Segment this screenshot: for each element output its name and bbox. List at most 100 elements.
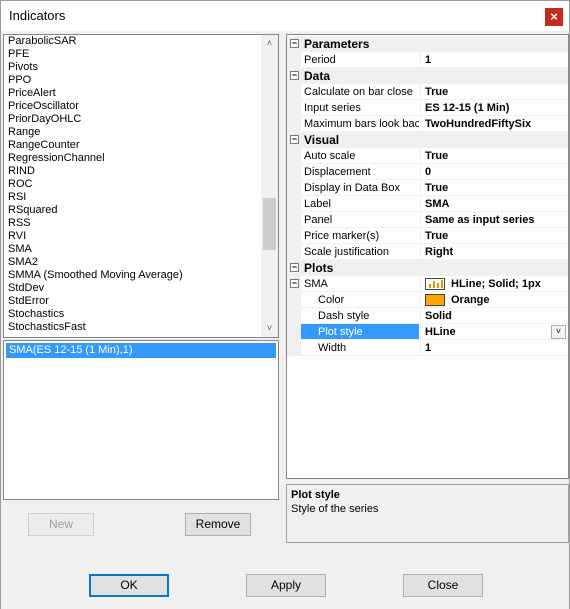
list-item[interactable]: SMMA (Smoothed Moving Average) (4, 269, 262, 282)
chevron-down-icon[interactable]: ˅ (551, 325, 566, 339)
property-value[interactable]: SMA (420, 196, 568, 212)
list-item[interactable]: RSquared (4, 204, 262, 217)
property-value[interactable]: True (420, 180, 568, 196)
dialog-footer: OK Apply Close (1, 545, 569, 609)
list-item[interactable]: RangeCounter (4, 139, 262, 152)
list-item[interactable]: PPO (4, 74, 262, 87)
property-name: Plot style (301, 324, 419, 340)
apply-button[interactable]: Apply (246, 574, 326, 597)
collapse-icon[interactable]: − (290, 279, 299, 288)
property-plot-style[interactable]: Plot style HLine ˅ (287, 324, 568, 340)
category-visual[interactable]: − Visual (287, 132, 568, 148)
property-displacement[interactable]: Displacement 0 (287, 164, 568, 180)
list-item[interactable]: RSI (4, 191, 262, 204)
collapse-icon[interactable]: − (290, 135, 299, 144)
scroll-down-icon[interactable]: ˅ (261, 320, 278, 337)
list-item[interactable]: Pivots (4, 61, 262, 74)
color-value-text: Orange (451, 294, 490, 306)
color-swatch (425, 294, 445, 307)
configured-item-selected[interactable]: SMA(ES 12-15 (1 Min),1) (6, 343, 276, 358)
list-item[interactable]: PriceAlert (4, 87, 262, 100)
list-item[interactable]: StdDev (4, 282, 262, 295)
category-parameters[interactable]: − Parameters (287, 36, 568, 52)
property-maximum-bars-look-back[interactable]: Maximum bars look bac TwoHundredFiftySix (287, 116, 568, 132)
property-value[interactable]: HLine; Solid; 1px (420, 276, 568, 292)
property-value[interactable]: 1 (420, 52, 568, 68)
list-item[interactable]: PriorDayOHLC (4, 113, 262, 126)
category-label: Data (304, 69, 331, 83)
close-window-button[interactable]: × (545, 8, 563, 26)
property-name: Width (301, 340, 419, 356)
property-price-markers[interactable]: Price marker(s) True (287, 228, 568, 244)
list-item[interactable]: RSS (4, 217, 262, 230)
list-item[interactable]: StochasticsFast (4, 321, 262, 334)
sma-plot-summary: HLine; Solid; 1px (451, 278, 541, 290)
property-value[interactable]: ES 12-15 (1 Min) (420, 100, 568, 116)
list-item[interactable]: ParabolicSAR (4, 35, 262, 48)
property-name: Displacement (301, 164, 419, 180)
property-dash-style[interactable]: Dash style Solid (287, 308, 568, 324)
scroll-thumb[interactable] (263, 198, 276, 250)
property-value[interactable]: True (420, 228, 568, 244)
collapse-icon[interactable]: − (290, 71, 299, 80)
category-data[interactable]: − Data (287, 68, 568, 84)
property-scale-justification[interactable]: Scale justification Right (287, 244, 568, 260)
list-item[interactable]: StdError (4, 295, 262, 308)
indicator-list[interactable]: ParabolicSAR PFE Pivots PPO PriceAlert PriceO… (3, 34, 279, 338)
property-value[interactable]: Same as input series (420, 212, 568, 228)
property-value[interactable]: True (420, 148, 568, 164)
plot-style-value-text: HLine (425, 326, 456, 338)
property-period[interactable]: Period 1 (287, 52, 568, 68)
list-item[interactable]: SMA (4, 243, 262, 256)
category-label: Visual (304, 133, 340, 147)
list-item[interactable]: RIND (4, 165, 262, 178)
property-name: Label (301, 196, 419, 212)
list-item[interactable]: RegressionChannel (4, 152, 262, 165)
property-calculate-on-bar-close[interactable]: Calculate on bar close True (287, 84, 568, 100)
property-name: Scale justification (301, 244, 419, 260)
property-width[interactable]: Width 1 (287, 340, 568, 356)
category-plots[interactable]: − Plots (287, 260, 568, 276)
property-value[interactable]: TwoHundredFiftySix (420, 116, 568, 132)
property-value[interactable]: 1 (420, 340, 568, 356)
property-display-in-data-box[interactable]: Display in Data Box True (287, 180, 568, 196)
property-value[interactable]: 0 (420, 164, 568, 180)
list-item[interactable]: ROC (4, 178, 262, 191)
property-panel[interactable]: Panel Same as input series (287, 212, 568, 228)
scroll-up-icon[interactable]: ˄ (261, 35, 278, 52)
property-sma-plot[interactable]: − SMA HLine; Solid; 1px (287, 276, 568, 292)
property-auto-scale[interactable]: Auto scale True (287, 148, 568, 164)
remove-button[interactable]: Remove (185, 513, 251, 536)
list-item[interactable]: PFE (4, 48, 262, 61)
property-value[interactable]: Right (420, 244, 568, 260)
list-item[interactable]: SMA2 (4, 256, 262, 269)
configured-indicators-list[interactable]: SMA(ES 12-15 (1 Min),1) (3, 340, 279, 500)
ok-button[interactable]: OK (89, 574, 169, 597)
property-value[interactable]: Orange (420, 292, 568, 308)
property-label[interactable]: Label SMA (287, 196, 568, 212)
list-item[interactable]: Range (4, 126, 262, 139)
new-button[interactable]: New (28, 513, 94, 536)
indicators-dialog: Indicators × ParabolicSAR PFE Pivots PPO Pri… (0, 0, 570, 609)
list-item[interactable]: PriceOscillator (4, 100, 262, 113)
property-value[interactable]: True (420, 84, 568, 100)
list-item[interactable]: RVI (4, 230, 262, 243)
indicator-list-items: ParabolicSAR PFE Pivots PPO PriceAlert PriceO… (4, 35, 262, 334)
property-grid[interactable]: − Parameters Period 1 − Data Calculate o… (286, 34, 569, 479)
list-item[interactable]: Stochastics (4, 308, 262, 321)
help-description: Style of the series (291, 503, 379, 515)
property-name: Auto scale (301, 148, 419, 164)
property-name: Panel (301, 212, 419, 228)
property-value[interactable]: HLine ˅ (420, 324, 568, 340)
property-help-panel: Plot style Style of the series (286, 484, 569, 543)
collapse-icon[interactable]: − (290, 263, 299, 272)
property-value[interactable]: Solid (420, 308, 568, 324)
indicator-list-scrollbar[interactable]: ˄ ˅ (261, 35, 278, 337)
collapse-icon[interactable]: − (290, 39, 299, 48)
property-input-series[interactable]: Input series ES 12-15 (1 Min) (287, 100, 568, 116)
property-name: Period (301, 52, 419, 68)
close-button[interactable]: Close (403, 574, 483, 597)
property-color[interactable]: Color Orange (287, 292, 568, 308)
property-name: Dash style (301, 308, 419, 324)
property-name: Input series (301, 100, 419, 116)
